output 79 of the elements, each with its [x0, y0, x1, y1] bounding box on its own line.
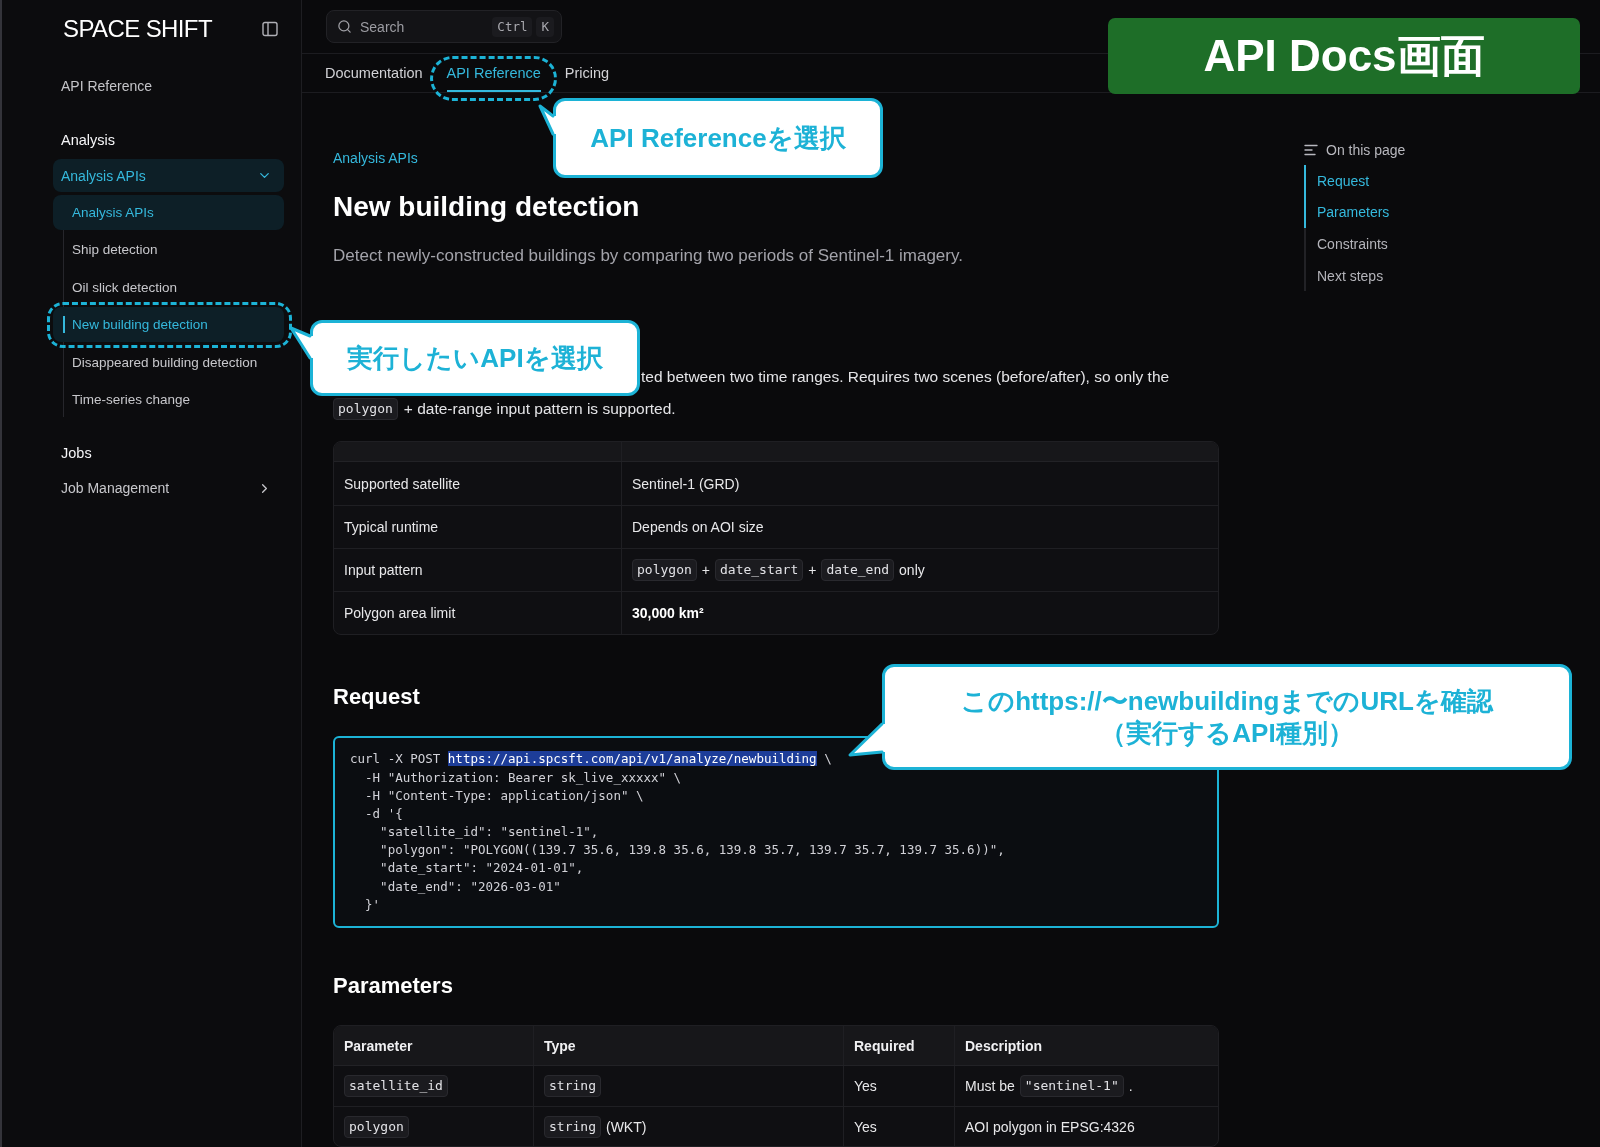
banner-title: API Docs画面 [1203, 30, 1485, 82]
cell-text: Polygon area limit [344, 605, 456, 622]
code-text: "date_start": "2024-01-01", [379, 860, 584, 876]
cell-text: Sentinel-1 (GRD) [632, 475, 740, 492]
shortcut-key: K [536, 16, 554, 37]
cell-text: Must be [965, 1078, 1015, 1094]
inline-code: polygon [333, 398, 398, 421]
cell-text: Yes [854, 1118, 877, 1135]
nav-tab[interactable]: API Reference [446, 54, 541, 92]
breadcrumb-link[interactable]: Analysis APIs [333, 150, 418, 166]
nav-item[interactable]: Ship detection [53, 232, 284, 268]
search-input[interactable]: Search [360, 18, 485, 35]
inline-code: string [544, 1115, 601, 1138]
toc-link[interactable]: Constraints [1304, 228, 1524, 260]
section-title: Analysis [60, 131, 115, 150]
nav-tab[interactable]: Pricing [564, 54, 610, 92]
cell-text: AOI polygon in EPSG:4326 [965, 1118, 1135, 1135]
nav-item[interactable]: Disappeared building detection [53, 344, 284, 380]
column-header: Parameter [344, 1037, 413, 1054]
section-heading: Request [333, 683, 420, 712]
page-description: Detect newly-constructed buildings by comparing two periods of Sentinel-1 imagery. [333, 245, 963, 267]
code-text: -H "Authorization: Bearer sk_live_xxxxx" \ [364, 769, 682, 785]
shortcut-key: Ctrl [492, 16, 533, 37]
cell-text: Input pattern [344, 562, 423, 579]
cell-text: (WKT) [605, 1118, 647, 1135]
nav-group[interactable]: Job Management [53, 471, 284, 505]
paragraph-text: ted between two time ranges. Requires two scenes (before/after), so only the [641, 367, 1170, 387]
code-text: "date_end": "2026-03-01" [379, 878, 561, 894]
column-header: Required [854, 1037, 915, 1054]
callout-text: （実行するAPI種別） [1100, 717, 1354, 749]
code-text: "polygon": "POLYGON((139.7 35.6, 139.8 35.6, 139.8 35.7, 139.7 35.7, 139.7 35.6))", [379, 842, 1005, 858]
inline-code: polygon [344, 1115, 409, 1138]
logo: SPACE SHIFT [63, 15, 212, 43]
inline-code: string [544, 1075, 601, 1097]
toc-link[interactable]: Parameters [1304, 196, 1524, 229]
cell-text: + [808, 562, 817, 579]
page-title: New building detection [333, 190, 640, 224]
search-field[interactable]: Search Ctrl K [326, 10, 562, 43]
nav-item[interactable]: Oil slick detection [53, 269, 284, 305]
cell-text: 30,000 km² [632, 605, 704, 622]
inline-code: date_end [821, 559, 895, 582]
panel-toggle-icon[interactable] [262, 21, 278, 37]
section-title: Jobs [60, 443, 92, 463]
paragraph-text: + date-range input pattern is supported. [403, 400, 676, 419]
cell-text: Depends on AOI size [632, 519, 764, 536]
code-text: -d '{ [364, 805, 403, 821]
selected-code-text: https://api.spcsft.com/api/v1/analyze/newbuilding [447, 751, 817, 767]
inline-code: "sentinel-1" [1019, 1075, 1124, 1097]
cell-text: Supported satellite [344, 475, 460, 492]
toc-link[interactable]: Next steps [1304, 259, 1524, 292]
nav-item[interactable]: Time-series change [53, 381, 284, 417]
code-text: "satellite_id": "sentinel-1", [379, 824, 599, 840]
nav-tab[interactable]: Documentation [325, 54, 423, 92]
code-text: curl -X POST [350, 751, 442, 767]
toc-link[interactable]: Request [1304, 165, 1524, 197]
cell-text: Yes [854, 1078, 877, 1094]
cell-text: . [1128, 1078, 1133, 1094]
nav-item[interactable]: New building detection [53, 307, 284, 343]
code-text: }' [364, 896, 381, 912]
nav-group[interactable]: Analysis APIs [53, 159, 284, 192]
cell-text: + [701, 562, 710, 579]
column-header: Description [965, 1037, 1042, 1054]
callout-text: このhttps://〜newbuildingまでのURLを確認 [961, 685, 1493, 717]
column-header: Type [544, 1037, 576, 1054]
inline-code: polygon [632, 559, 697, 582]
inline-code: date_start [715, 559, 804, 582]
nav-link[interactable]: API Reference [53, 76, 153, 96]
search-icon [337, 19, 352, 34]
cell-text: Typical runtime [344, 519, 439, 536]
section-heading: Parameters [333, 972, 453, 1000]
list-icon [1304, 144, 1318, 156]
toc-title: On this page [1326, 142, 1406, 158]
code-text: \ [823, 751, 832, 767]
callout-text: API Referenceを選択 [590, 122, 846, 154]
nav-item[interactable]: Analysis APIs [53, 195, 284, 230]
cell-text: only [899, 562, 925, 579]
code-text: -H "Content-Type: application/json" \ [364, 787, 644, 803]
inline-code: satellite_id [344, 1075, 448, 1097]
callout-text: 実行したいAPIを選択 [347, 342, 603, 374]
